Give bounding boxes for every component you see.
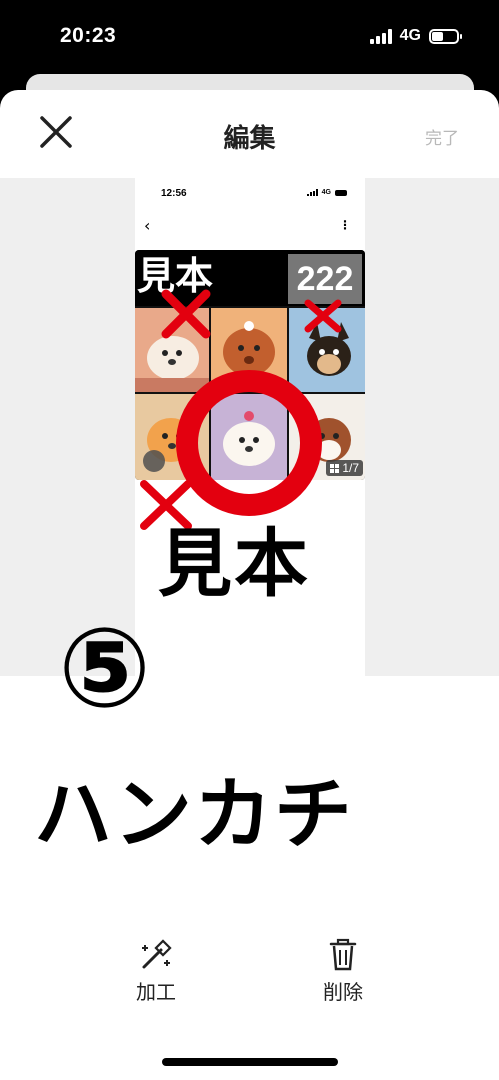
signal-icon: [369, 28, 392, 44]
battery-icon: [429, 28, 462, 44]
red-cross-mark: [304, 299, 342, 333]
image-counter-text: 1/7: [342, 461, 359, 475]
trash-icon: [329, 938, 357, 971]
edit-tool-button[interactable]: 加工: [111, 938, 201, 1005]
delete-button[interactable]: 削除: [298, 938, 388, 1005]
edit-tool-label: 加工: [136, 980, 176, 1004]
delete-label: 削除: [323, 980, 363, 1004]
magic-wand-icon: [142, 939, 172, 969]
inner-signal-icon: [306, 189, 318, 196]
inner-status-indicators: 4G: [306, 189, 347, 196]
inner-network-type: 4G: [321, 189, 331, 196]
inner-status-time: 12:56: [161, 188, 187, 199]
status-indicators: 4G: [369, 27, 462, 45]
sample-watermark: 見本: [158, 521, 310, 607]
item-name: ハンカチ: [34, 770, 355, 860]
network-type: 4G: [399, 27, 421, 44]
home-indicator[interactable]: [162, 1058, 338, 1066]
item-number: ⑤: [58, 604, 152, 732]
status-time: 20:23: [60, 24, 117, 47]
red-cross-mark: [161, 289, 211, 339]
nav-bar: 編集 完了: [0, 90, 499, 178]
visual-search-icon[interactable]: [143, 450, 165, 472]
grid-icon: [330, 463, 340, 473]
status-bar: 20:23 4G: [0, 0, 499, 76]
red-circle-mark: [176, 370, 322, 516]
more-vertical-icon: ⋮: [339, 218, 351, 232]
chevron-left-icon: ‹: [144, 216, 151, 235]
done-button[interactable]: 完了: [425, 124, 459, 149]
image-counter: 1/7: [326, 460, 363, 476]
photo-badge: 222: [288, 254, 362, 304]
inner-battery-icon: [335, 189, 347, 196]
